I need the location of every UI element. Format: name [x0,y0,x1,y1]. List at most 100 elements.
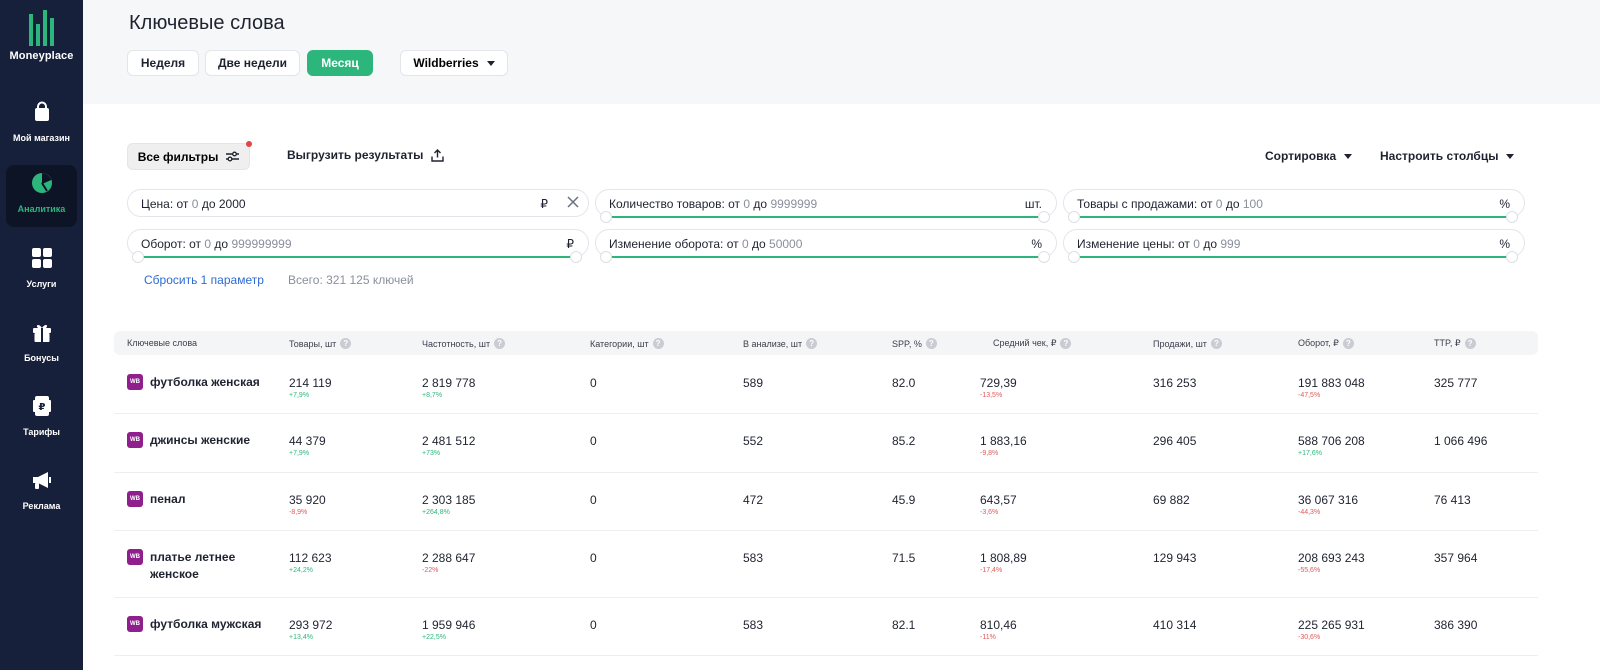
column-header-spp[interactable]: SPP, %? [892,338,937,349]
total-count: Всего: 321 125 ключей [288,273,414,287]
brand[interactable]: Moneyplace [0,6,83,62]
column-header-sales[interactable]: Продажи, шт? [1153,338,1222,349]
sidebar: Moneyplace Мой магазин Аналитика Услуги [0,0,83,670]
filter-to-label: до [1203,237,1217,251]
active-filter-indicator [246,141,252,147]
clear-filter-icon[interactable] [566,195,580,209]
range-min-handle[interactable] [132,251,144,263]
range-min-handle[interactable] [1068,211,1080,223]
help-icon[interactable]: ? [806,338,818,349]
cell-keyword[interactable]: WB пенал [127,491,185,508]
marketplace-select[interactable]: Wildberries [400,50,508,76]
cell-goods: 112 623 +24,2% [289,551,332,574]
sidebar-item-tariffs[interactable]: ₽ Тарифы [6,388,77,450]
cell-value: 589 [743,376,764,390]
column-header-turnover[interactable]: Оборот, ₽? [1298,338,1354,349]
table-row[interactable]: WB футболка женская 214 119 +7,9% 2 819 778 +… [114,356,1538,414]
wildberries-badge-icon: WB [127,432,143,448]
cell-spp: 82.0 [892,376,915,390]
help-icon[interactable]: ? [652,338,664,349]
column-header-frequency[interactable]: Частотность, шт? [422,338,506,349]
filter-turnover-change[interactable]: Изменение оборота: от 0 до 50000 % [595,229,1057,263]
period-two-weeks-button[interactable]: Две недели [205,50,300,76]
cell-ttp: 386 390 [1434,618,1477,632]
help-icon[interactable]: ? [340,338,352,349]
range-min-handle[interactable] [600,251,612,263]
filter-turnover[interactable]: Оборот: от 0 до 999999999 ₽ [127,229,589,263]
export-results-button[interactable]: Выгрузить результаты [287,148,445,162]
filter-from-value: 0 [743,197,751,211]
cell-sales: 129 943 [1153,551,1196,565]
help-icon[interactable]: ? [1060,338,1072,349]
keyword-text: футболка женская [150,375,260,389]
help-icon[interactable]: ? [925,338,937,349]
range-max-handle[interactable] [1506,251,1518,263]
sidebar-item-bonuses[interactable]: Бонусы [6,314,77,376]
cell-categories: 0 [590,434,597,448]
cell-keyword[interactable]: WB футболка мужская [127,616,261,633]
cell-value: 0 [590,618,597,632]
filter-to-label: до [753,197,768,211]
reset-filters-link[interactable]: Сбросить 1 параметр [144,273,264,287]
table-row[interactable]: WB пенал 35 920 -8,9% 2 303 185 +264,8% 0 472 45… [114,473,1538,531]
cell-delta: -44,3% [1298,509,1321,516]
filter-goods-with-sales[interactable]: Товары с продажами: от 0 до 100 % [1063,189,1525,223]
cell-keyword[interactable]: WB платье летнее женское [127,549,260,583]
help-icon[interactable]: ? [494,338,506,349]
range-max-handle[interactable] [570,251,582,263]
period-week-button[interactable]: Неделя [127,50,199,76]
filter-unit: % [1499,197,1510,211]
cell-delta: +8,7% [422,392,443,399]
range-min-handle[interactable] [1068,251,1080,263]
cell-value: 1 066 496 [1434,434,1488,448]
help-icon[interactable]: ? [1210,338,1222,349]
filter-price[interactable]: Цена: от 0 до 2000 ₽ [127,189,589,217]
range-track [1076,256,1510,258]
filter-goods-count[interactable]: Количество товаров: от 0 до 9999999 шт. [595,189,1057,223]
range-max-handle[interactable] [1038,251,1050,263]
table-row[interactable]: WB футболка мужская 293 972 +13,4% 1 959 946… [114,598,1538,656]
sidebar-item-my-store[interactable]: Мой магазин [6,94,77,156]
cell-avg-check: 643,57 -3,6% [980,493,1017,516]
column-header-categories[interactable]: Категории, шт? [590,338,664,349]
filter-from-value: 0 [1215,197,1223,211]
sidebar-item-ads[interactable]: Реклама [6,462,77,524]
column-header-keywords[interactable]: Ключевые слова [127,338,197,348]
sort-dropdown[interactable]: Сортировка [1265,149,1353,163]
range-min-handle[interactable] [600,211,612,223]
cell-sales: 410 314 [1153,618,1196,632]
range-max-handle[interactable] [1506,211,1518,223]
brand-name: Moneyplace [9,50,74,62]
cell-value: 85.2 [892,434,916,448]
column-header-goods[interactable]: Товары, шт? [289,338,352,349]
wildberries-badge-icon: WB [127,491,143,507]
cell-in-analysis: 583 [743,618,763,632]
all-filters-button[interactable]: Все фильтры [127,141,252,170]
table-row[interactable]: WB джинсы женские 44 379 +7,9% 2 481 512 +73%… [114,414,1538,473]
filter-to-label: до [1225,197,1240,211]
configure-columns-dropdown[interactable]: Настроить столбцы [1380,149,1515,163]
upload-icon [431,148,445,162]
column-header-avg-check[interactable]: Средний чек, ₽? [993,338,1072,349]
range-max-handle[interactable] [1038,211,1050,223]
cell-value: 2 303 185 [422,493,476,507]
cell-value: 129 943 [1153,551,1197,565]
help-icon[interactable]: ? [1464,338,1476,349]
cell-keyword[interactable]: WB футболка женская [127,374,260,391]
cell-value: 1 808,89 [980,551,1027,565]
filter-price-change[interactable]: Изменение цены: от 0 до 999 % [1063,229,1525,263]
cell-value: 45.9 [892,493,916,507]
cell-avg-check: 1 808,89 -17,4% [980,551,1027,574]
period-month-button[interactable]: Месяц [307,50,373,76]
cell-value: 325 777 [1434,376,1478,390]
column-header-in-analysis[interactable]: В анализе, шт? [743,338,818,349]
table-row[interactable]: WB платье летнее женское 112 623 +24,2% 2 28… [114,531,1538,598]
page-title: Ключевые слова [129,12,285,34]
sidebar-item-services[interactable]: Услуги [6,240,77,302]
cell-keyword[interactable]: WB джинсы женские [127,432,250,449]
column-header-ttp[interactable]: TTP, ₽? [1434,338,1476,349]
help-icon[interactable]: ? [1342,338,1354,349]
cell-value: 71.5 [892,551,916,565]
sidebar-item-analytics[interactable]: Аналитика [6,165,77,227]
cell-value: 1 959 946 [422,618,476,632]
